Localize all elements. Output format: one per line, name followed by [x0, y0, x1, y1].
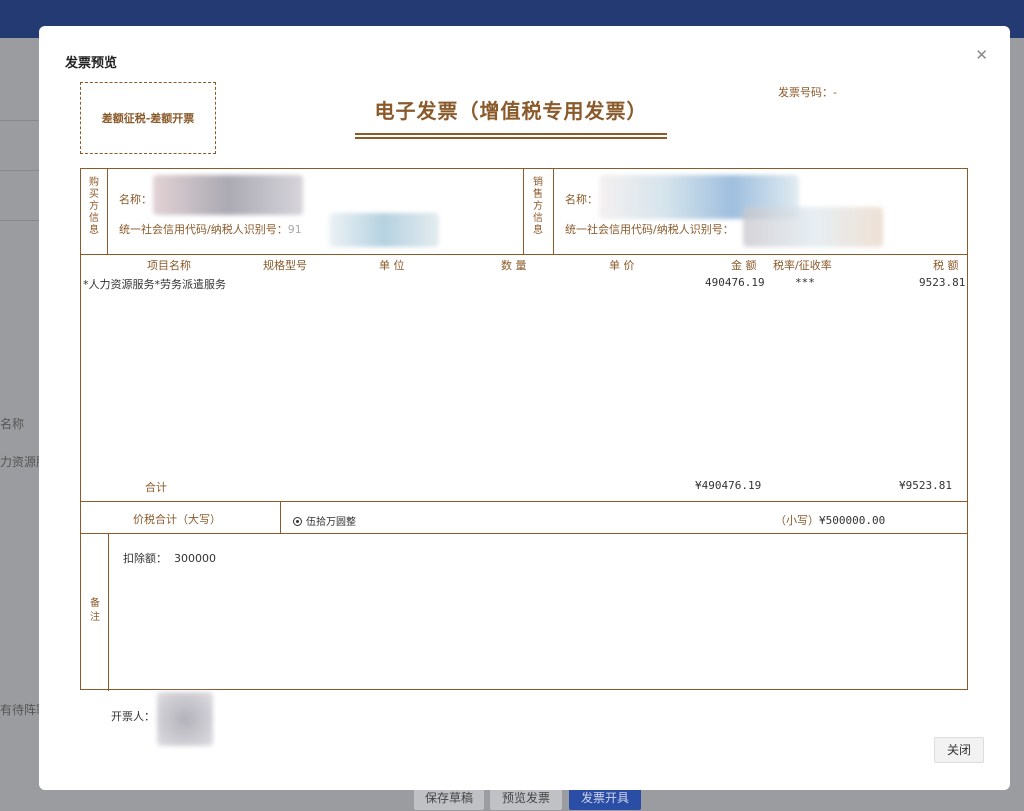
- col-header-quantity: 数 量: [501, 259, 527, 272]
- bg-divider: [0, 220, 40, 221]
- col-header-spec: 规格型号: [263, 259, 307, 272]
- bg-label-name: 名称: [0, 417, 25, 431]
- seller-tax-id-redacted: [743, 207, 883, 247]
- seller-tax-id-label: 统一社会信用代码/纳税人识别号：: [565, 223, 734, 236]
- issuer-name-redacted: [157, 692, 213, 746]
- row-divider: [81, 501, 967, 502]
- buyer-tax-id-partial: 91: [287, 223, 302, 236]
- total-tax: ¥9523.81: [899, 479, 952, 492]
- seller-name-label: 名称：: [565, 193, 598, 206]
- close-icon[interactable]: ✕: [975, 46, 988, 64]
- col-header-item-name: 项目名称: [147, 259, 191, 272]
- invoice-preview-dialog: 发票预览 ✕ 差额征税-差额开票 电子发票（增值税专用发票） 发票号码：- 购买…: [39, 26, 1010, 790]
- col-header-unit: 单 位: [379, 259, 405, 272]
- col-divider: [553, 169, 554, 254]
- col-divider: [107, 169, 108, 254]
- buyer-side-label: 购买方信息: [89, 177, 99, 236]
- invoice-type-stamp: 差额征税-差额开票: [80, 82, 216, 154]
- col-header-tax-rate: 税率/征收率: [773, 259, 832, 272]
- title-underline: [355, 137, 667, 139]
- row-divider: [81, 533, 967, 534]
- invoice-title: 电子发票（增值税专用发票）: [374, 99, 648, 123]
- lower-label: （小写）: [775, 514, 819, 527]
- col-header-tax: 税 额: [933, 259, 959, 272]
- col-divider: [108, 533, 109, 691]
- price-tax-upper-text: 伍拾万圆整: [306, 517, 356, 528]
- item-tax: 9523.81: [919, 276, 966, 289]
- col-divider: [280, 501, 281, 533]
- buyer-tax-id-redacted: [329, 213, 439, 247]
- row-divider: [81, 254, 967, 255]
- remark-text: 扣除额： 300000: [123, 552, 216, 565]
- dialog-title: 发票预览: [65, 56, 118, 71]
- bg-divider: [0, 120, 40, 121]
- title-underline: [355, 133, 667, 135]
- issuer-label: 开票人：: [111, 710, 155, 723]
- stamp-text: 差额征税-差额开票: [101, 112, 195, 125]
- invoice-number-label: 发票号码：: [778, 86, 833, 99]
- invoice-table: 购买方信息 名称： 统一社会信用代码/纳税人识别号：91 销售方信息 名称： 统…: [80, 168, 968, 691]
- remark-label: 备注: [90, 598, 100, 623]
- item-tax-rate: ***: [795, 276, 815, 289]
- item-amount: 490476.19: [705, 276, 765, 289]
- price-tax-total-label: 价税合计（大写）: [133, 513, 221, 526]
- total-label: 合计: [145, 481, 167, 494]
- currency-circle-icon: [293, 517, 302, 526]
- invoice-number-value: -: [833, 86, 837, 99]
- invoice-number: 发票号码：-: [778, 84, 837, 100]
- bg-divider: [0, 170, 40, 171]
- price-tax-total-upper: 伍拾万圆整: [293, 513, 356, 528]
- buyer-name-redacted: [153, 175, 303, 215]
- price-tax-total-lower: （小写）¥500000.00: [775, 512, 885, 528]
- buyer-name-label: 名称：: [119, 193, 152, 206]
- seller-side-label: 销售方信息: [533, 177, 543, 236]
- item-name: *人力资源服务*劳务派遣服务: [83, 278, 226, 291]
- buyer-tax-id-label-text: 统一社会信用代码/纳税人识别号：: [119, 223, 288, 236]
- total-amount: ¥490476.19: [695, 479, 762, 492]
- buyer-tax-id-label: 统一社会信用代码/纳税人识别号：91: [119, 221, 302, 237]
- close-button[interactable]: 关闭: [934, 737, 984, 763]
- col-header-unit-price: 单 价: [609, 259, 635, 272]
- lower-value: ¥500000.00: [819, 514, 886, 527]
- col-divider: [523, 169, 524, 254]
- col-header-amount: 金 额: [731, 259, 757, 272]
